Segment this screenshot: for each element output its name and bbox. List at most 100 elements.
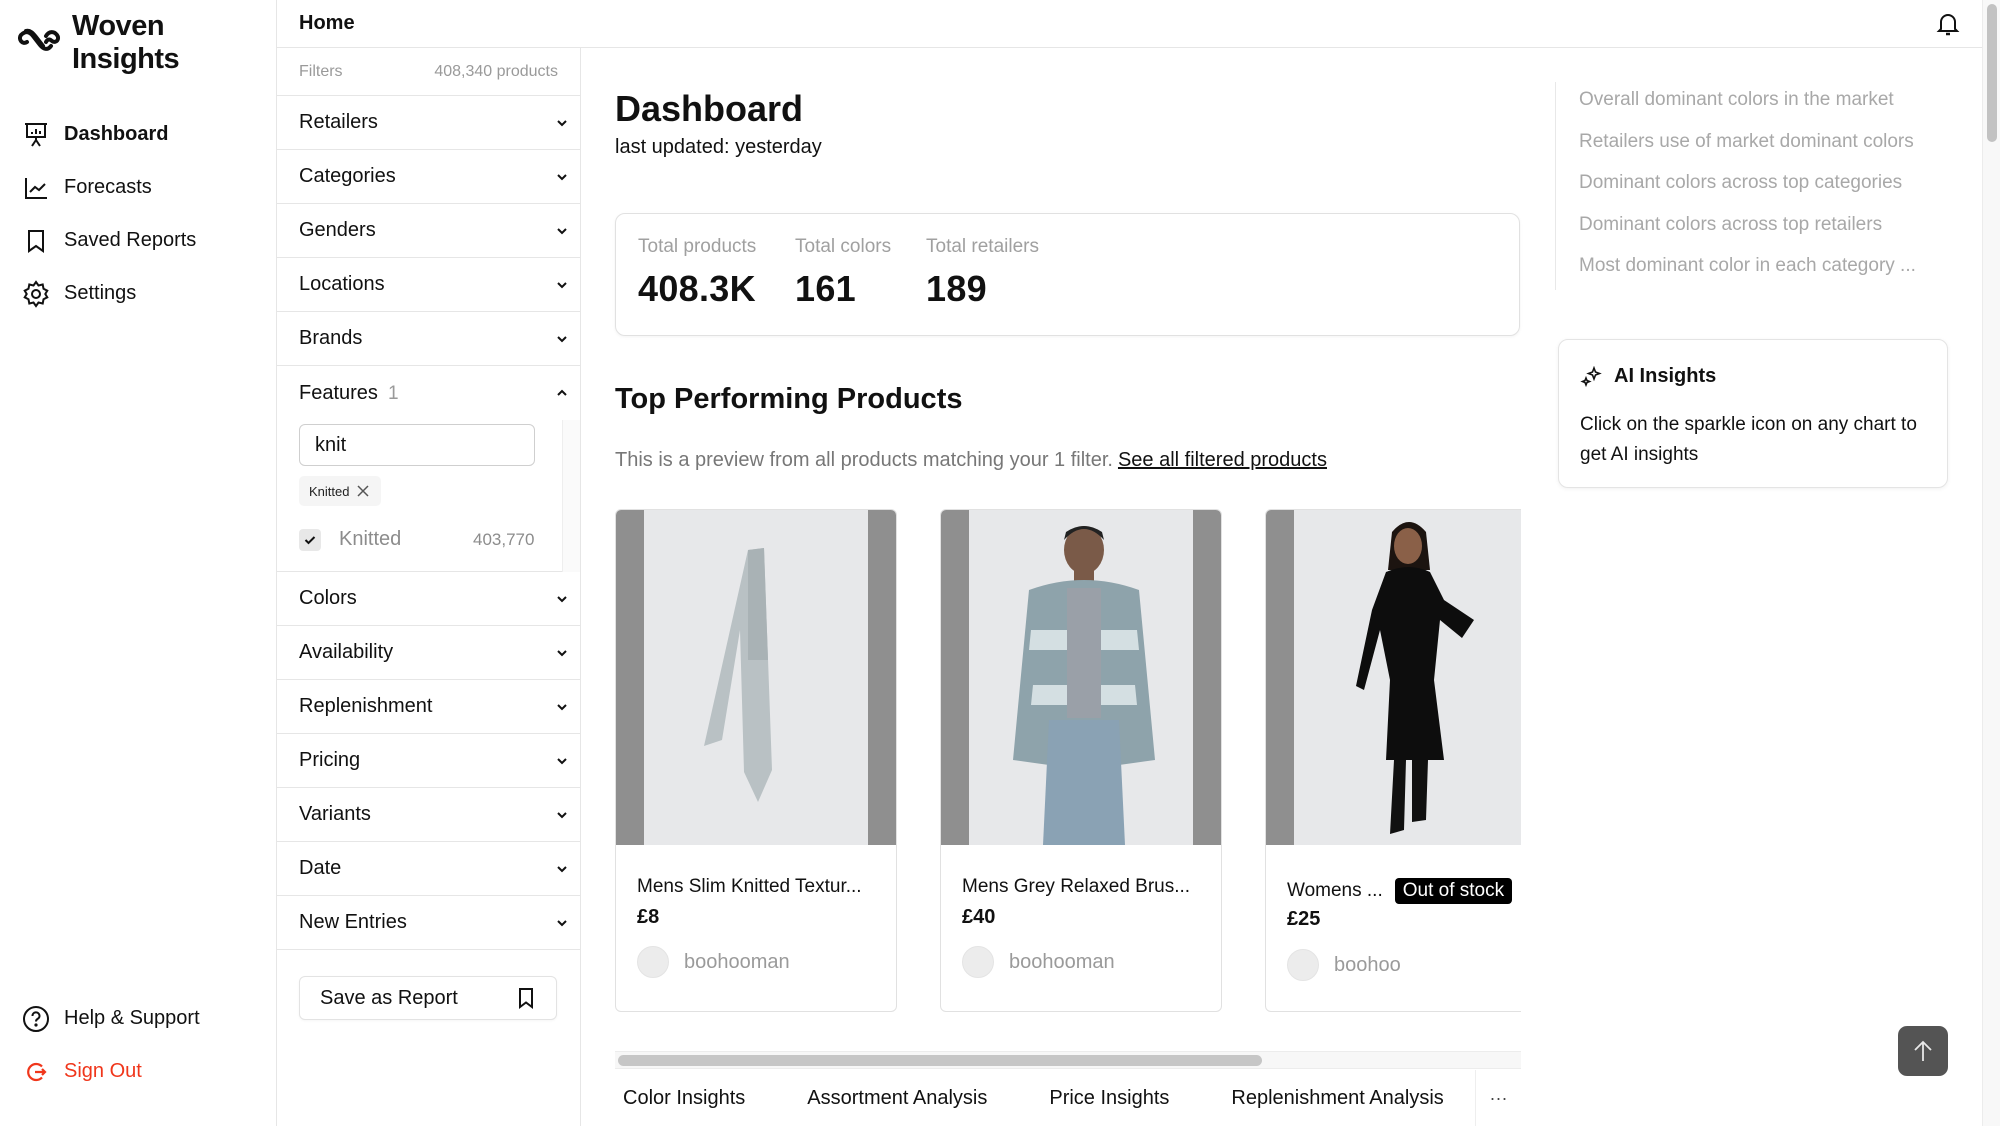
- breadcrumb-home[interactable]: Home: [299, 12, 355, 35]
- bookmark-icon: [22, 227, 50, 255]
- filter-label: Variants: [299, 803, 371, 825]
- stat-total-colors: Total colors 161: [795, 236, 891, 310]
- product-image: [941, 510, 1221, 845]
- nav-item-settings[interactable]: Settings: [22, 267, 196, 320]
- product-name-text: Womens ...: [1287, 880, 1383, 901]
- ai-insights-text: Click on the sparkle icon on any chart t…: [1580, 414, 1917, 465]
- tab-color-insights[interactable]: Color Insights: [623, 1087, 745, 1110]
- product-carousel: Mens Slim Knitted Textur... £8 boohooman: [615, 509, 1521, 1069]
- stat-total-retailers: Total retailers 189: [926, 236, 1039, 310]
- filter-variants[interactable]: Variants: [277, 788, 580, 842]
- nav-item-help-support[interactable]: Help & Support: [22, 992, 200, 1045]
- product-card[interactable]: Mens Grey Relaxed Brus... £40 boohooman: [940, 509, 1222, 1012]
- more-tabs-button[interactable]: ···: [1475, 1070, 1521, 1126]
- filter-replenishment[interactable]: Replenishment: [277, 680, 580, 734]
- tie-image: [704, 548, 772, 802]
- filter-categories[interactable]: Categories: [277, 150, 580, 204]
- sidebar: Woven Insights Dashboard Forecasts Saved…: [0, 0, 277, 1126]
- filter-label: Genders: [299, 219, 376, 241]
- chevron-down-icon: [557, 173, 567, 180]
- stat-label: Total products: [638, 236, 757, 257]
- filter-features[interactable]: Features 1: [277, 366, 580, 420]
- insight-tabs: Color Insights Assortment Analysis Price…: [615, 1070, 1521, 1126]
- help-circle-icon: [22, 1005, 50, 1033]
- nav-label: Help & Support: [64, 1007, 200, 1029]
- scrollbar-thumb[interactable]: [618, 1055, 1262, 1066]
- filter-availability[interactable]: Availability: [277, 626, 580, 680]
- feature-option-knitted[interactable]: Knitted 403,770: [299, 528, 537, 551]
- stat-total-products: Total products 408.3K: [638, 236, 756, 310]
- tab-price-insights[interactable]: Price Insights: [1049, 1087, 1169, 1110]
- toc-item[interactable]: Overall dominant colors in the market: [1579, 82, 1916, 124]
- main-nav: Dashboard Forecasts Saved Reports Settin…: [22, 108, 196, 320]
- product-image: [1266, 510, 1521, 845]
- dress-model-image: [1356, 522, 1474, 834]
- filter-genders[interactable]: Genders: [277, 204, 580, 258]
- filters-label: Filters: [299, 62, 343, 80]
- bell-icon[interactable]: [1934, 10, 1962, 38]
- app-name: Woven Insights: [72, 10, 180, 75]
- chevron-down-icon: [557, 649, 567, 656]
- toc-item[interactable]: Most dominant color in each category ...: [1579, 248, 1916, 290]
- tab-assortment-analysis[interactable]: Assortment Analysis: [807, 1087, 987, 1110]
- retailer-avatar: [962, 946, 994, 978]
- main-content: Dashboard last updated: yesterday Total …: [581, 48, 1982, 1126]
- save-as-report-button[interactable]: Save as Report: [299, 976, 557, 1020]
- features-scrollbar[interactable]: [562, 420, 580, 572]
- filter-brands[interactable]: Brands: [277, 312, 580, 366]
- chevron-up-icon: [557, 389, 567, 396]
- toc-item[interactable]: Dominant colors across top categories: [1579, 165, 1916, 207]
- scrollbar-thumb[interactable]: [1987, 4, 1997, 142]
- toc-item[interactable]: Dominant colors across top retailers: [1579, 207, 1916, 249]
- cardigan-model-image: [1013, 526, 1155, 845]
- retailer: boohooman: [637, 946, 790, 978]
- stat-value: 161: [795, 268, 856, 309]
- check-icon: [304, 535, 316, 544]
- nav-item-saved-reports[interactable]: Saved Reports: [22, 214, 196, 267]
- save-button-label: Save as Report: [320, 986, 458, 1009]
- gear-icon: [22, 279, 50, 308]
- filter-colors[interactable]: Colors: [277, 572, 580, 626]
- logo[interactable]: Woven Insights: [17, 10, 276, 76]
- arrow-up-icon: [1914, 1040, 1932, 1061]
- product-count: 408,340 products: [434, 62, 558, 80]
- chevron-down-icon: [557, 757, 567, 764]
- see-all-filtered-products-link[interactable]: See all filtered products: [1118, 449, 1327, 471]
- scroll-to-top-button[interactable]: [1898, 1026, 1948, 1076]
- checkbox-checked[interactable]: [299, 528, 321, 551]
- section-title: Top Performing Products: [615, 383, 963, 415]
- chevron-down-icon: [557, 865, 567, 872]
- nav-item-sign-out[interactable]: Sign Out: [22, 1045, 200, 1098]
- product-price: £25: [1287, 908, 1321, 930]
- carousel-scrollbar[interactable]: [615, 1051, 1521, 1069]
- chevron-down-icon: [557, 595, 567, 602]
- features-filter-body: Knitted Knitted 403,770: [277, 420, 580, 572]
- close-icon[interactable]: [355, 483, 371, 499]
- retailer: boohooman: [962, 946, 1115, 978]
- tab-replenishment-analysis[interactable]: Replenishment Analysis: [1231, 1087, 1443, 1110]
- filter-retailers[interactable]: Retailers: [277, 96, 580, 150]
- preview-description: This is a preview from all products matc…: [615, 449, 1113, 471]
- last-updated: last updated: yesterday: [615, 136, 822, 158]
- product-card[interactable]: Mens Slim Knitted Textur... £8 boohooman: [615, 509, 897, 1012]
- nav-item-dashboard[interactable]: Dashboard: [22, 108, 196, 161]
- filter-locations[interactable]: Locations: [277, 258, 580, 312]
- toc-item[interactable]: Retailers use of market dominant colors: [1579, 124, 1916, 166]
- chevron-down-icon: [557, 703, 567, 710]
- woven-logo-icon: [17, 28, 62, 59]
- ai-insights-header: AI Insights: [1580, 365, 1716, 388]
- filter-date[interactable]: Date: [277, 842, 580, 896]
- filter-pricing[interactable]: Pricing: [277, 734, 580, 788]
- presentation-chart-icon: [22, 121, 50, 149]
- product-name: Mens Slim Knitted Textur...: [637, 876, 862, 897]
- preview-text: This is a preview from all products matc…: [615, 449, 1327, 472]
- filter-new-entries[interactable]: New Entries: [277, 896, 580, 950]
- filter-label: Availability: [299, 641, 394, 663]
- nav-item-forecasts[interactable]: Forecasts: [22, 161, 196, 214]
- retailer-avatar: [1287, 949, 1319, 981]
- features-search-input[interactable]: [299, 424, 535, 466]
- product-price: £40: [962, 906, 996, 928]
- filter-label: Brands: [299, 327, 363, 349]
- page-scrollbar[interactable]: [1982, 0, 2000, 1126]
- product-card[interactable]: Womens ... Out of stock £25 boohoo: [1265, 509, 1521, 1012]
